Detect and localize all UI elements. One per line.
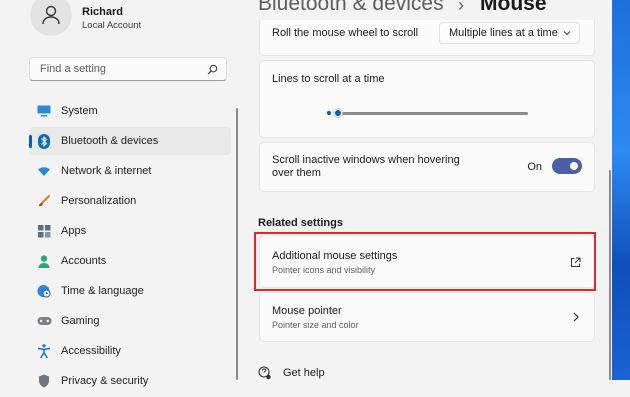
sidebar-item-label: Accounts xyxy=(61,255,107,267)
search-icon[interactable] xyxy=(207,64,218,75)
sidebar-item-personalization[interactable]: Personalization xyxy=(29,187,231,215)
scroll-inactive-toggle[interactable] xyxy=(552,158,582,174)
brush-icon xyxy=(36,193,52,209)
scroll-inactive-card: Scroll inactive windows when hovering ov… xyxy=(259,142,595,192)
gamepad-icon xyxy=(36,313,52,329)
sidebar-item-accessibility[interactable]: Accessibility xyxy=(29,337,231,365)
slider-tick xyxy=(327,111,331,115)
wifi-icon xyxy=(36,163,52,179)
mouse-pointer-label: Mouse pointer xyxy=(272,305,342,317)
get-help-link[interactable]: Get help xyxy=(258,366,325,380)
scroll-wheel-card: Roll the mouse wheel to scroll Multiple … xyxy=(259,20,595,56)
lines-slider-thumb[interactable] xyxy=(333,108,343,118)
scroll-wheel-label: Roll the mouse wheel to scroll xyxy=(272,27,419,39)
monitor-icon xyxy=(36,103,52,119)
lines-to-scroll-label: Lines to scroll at a time xyxy=(272,73,385,85)
additional-mouse-settings-sub: Pointer icons and visibility xyxy=(272,265,376,275)
page-title: Mouse xyxy=(480,0,547,15)
main-scrollbar[interactable] xyxy=(609,170,611,380)
sidebar-item-apps[interactable]: Apps xyxy=(29,217,231,245)
lines-to-scroll-card: Lines to scroll at a time xyxy=(259,60,595,138)
sidebar-item-accounts[interactable]: Accounts xyxy=(29,247,231,275)
sidebar-item-gaming[interactable]: Gaming xyxy=(29,307,231,335)
sidebar-item-label: Bluetooth & devices xyxy=(61,135,159,147)
scroll-inactive-label-line2: over them xyxy=(272,167,321,179)
sidebar-item-system[interactable]: System xyxy=(29,97,231,125)
help-icon xyxy=(258,366,271,380)
additional-mouse-settings-label: Additional mouse settings xyxy=(272,250,398,262)
breadcrumb-parent[interactable]: Bluetooth & devices xyxy=(258,0,444,16)
sidebar-item-label: Gaming xyxy=(61,315,100,327)
person-icon xyxy=(36,253,52,269)
toggle-state-label: On xyxy=(527,161,542,173)
chevron-right-icon xyxy=(573,312,579,322)
related-settings-heading: Related settings xyxy=(258,217,343,229)
chevron-down-icon xyxy=(563,31,571,36)
apps-icon xyxy=(36,223,52,239)
bluetooth-icon xyxy=(36,133,52,149)
sidebar-item-network[interactable]: Network & internet xyxy=(29,157,231,185)
search-box[interactable] xyxy=(29,57,227,81)
sidebar-item-label: Privacy & security xyxy=(61,375,149,387)
scroll-wheel-dropdown[interactable]: Multiple lines at a time xyxy=(439,22,580,44)
person-icon xyxy=(42,5,60,25)
scroll-inactive-label: Scroll inactive windows when hovering ov… xyxy=(272,154,460,180)
open-external-icon xyxy=(571,257,581,267)
dropdown-value: Multiple lines at a time xyxy=(449,27,558,39)
breadcrumb-separator: › xyxy=(458,0,464,15)
slider-track[interactable] xyxy=(339,112,528,115)
sidebar-item-label: Time & language xyxy=(61,285,144,297)
sidebar-item-label: Personalization xyxy=(61,195,137,207)
sidebar-item-label: System xyxy=(61,105,98,117)
sidebar-item-label: Apps xyxy=(61,225,87,237)
sidebar-nav: System Bluetooth & devices Network & int… xyxy=(29,97,231,397)
additional-mouse-settings-link[interactable]: Additional mouse settings Pointer icons … xyxy=(259,235,595,288)
search-input[interactable] xyxy=(38,62,207,76)
avatar[interactable] xyxy=(30,0,72,36)
account-type: Local Account xyxy=(82,20,142,31)
sidebar-item-bluetooth[interactable]: Bluetooth & devices xyxy=(29,127,231,155)
user-name: Richard xyxy=(82,6,123,18)
sidebar-item-privacy[interactable]: Privacy & security xyxy=(29,367,231,395)
sidebar-item-label: Network & internet xyxy=(61,165,152,177)
mouse-pointer-link[interactable]: Mouse pointer Pointer size and color xyxy=(259,292,595,342)
get-help-label: Get help xyxy=(283,367,325,379)
sidebar-item-label: Accessibility xyxy=(61,345,121,357)
sidebar-item-time-language[interactable]: Time & language xyxy=(29,277,231,305)
scroll-inactive-label-line1: Scroll inactive windows when hovering xyxy=(272,154,460,166)
accessibility-icon xyxy=(36,343,52,359)
sidebar-scrollbar[interactable] xyxy=(236,108,238,380)
desktop-wallpaper xyxy=(612,0,630,380)
mouse-pointer-sub: Pointer size and color xyxy=(272,320,359,330)
globe-clock-icon xyxy=(36,283,52,299)
shield-icon xyxy=(36,373,52,389)
